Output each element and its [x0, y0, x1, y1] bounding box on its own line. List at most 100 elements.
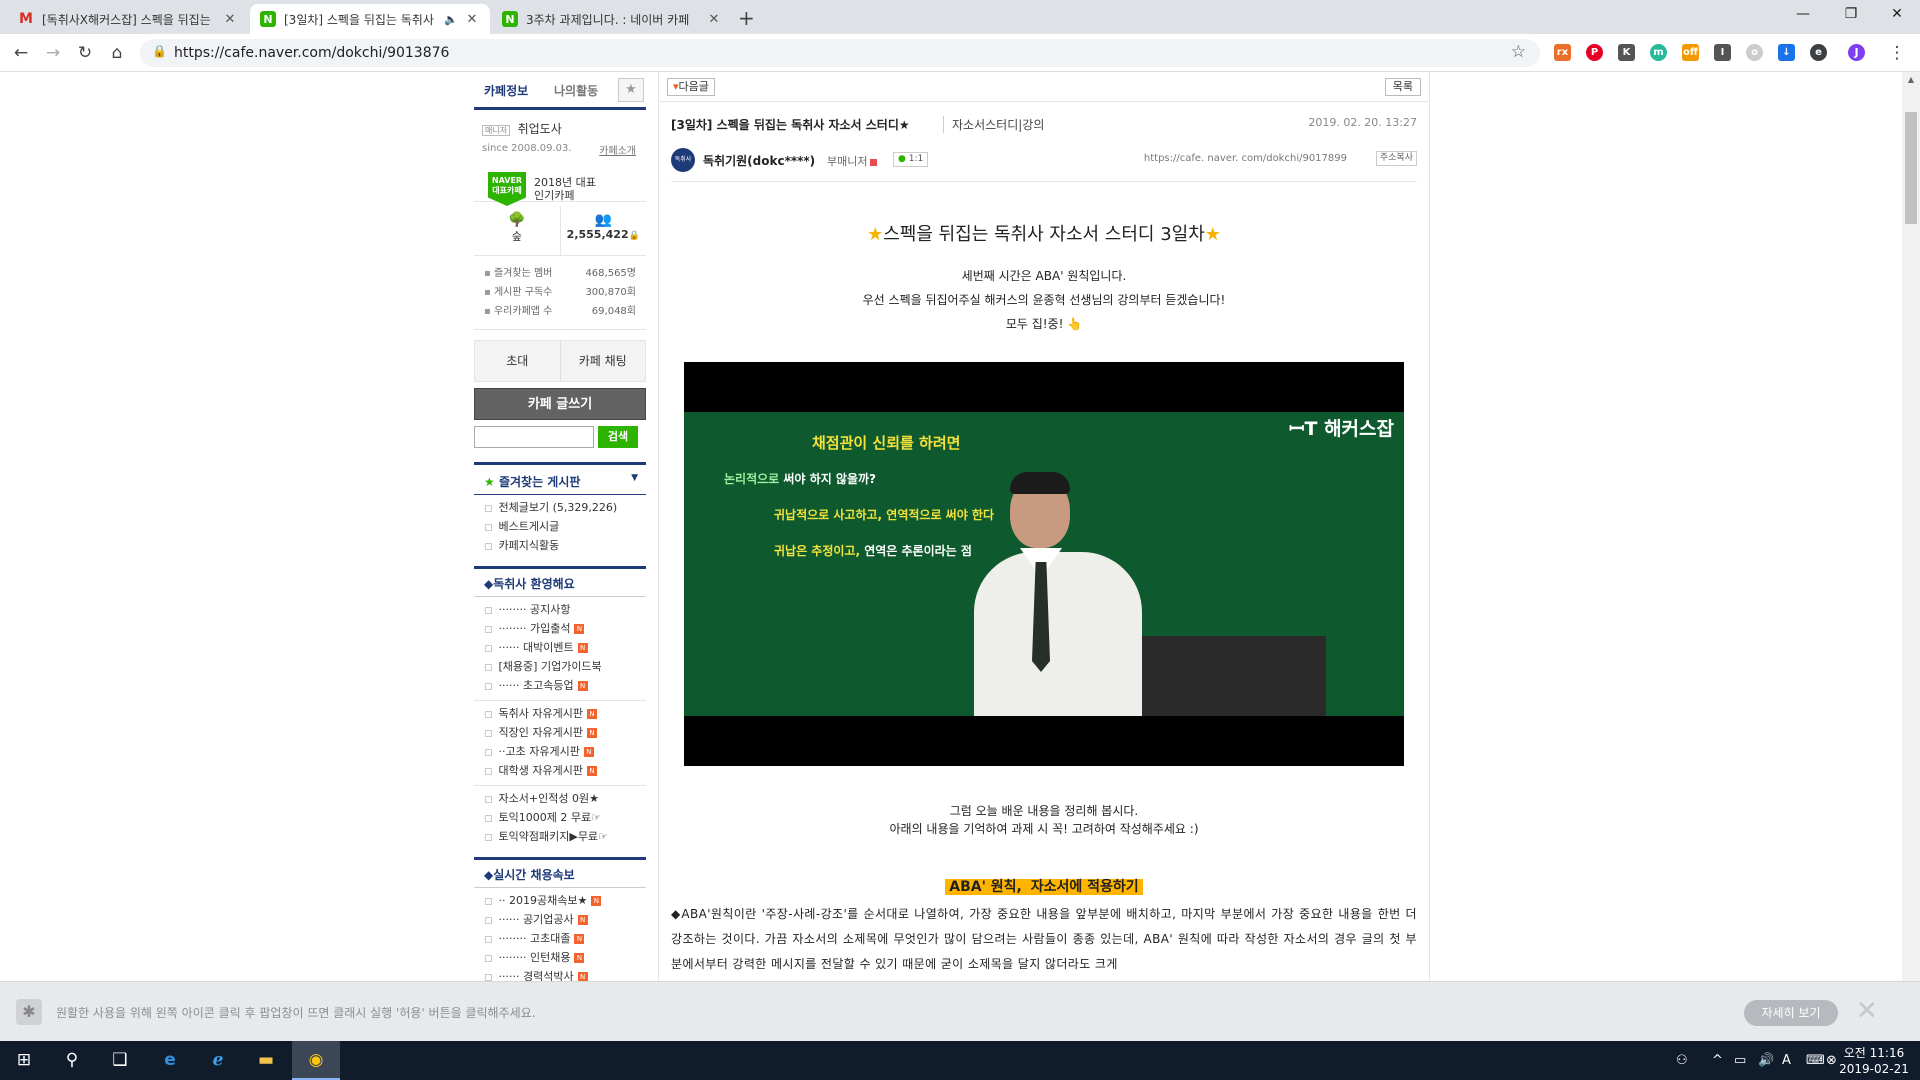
- edge-icon[interactable]: e: [146, 1041, 194, 1080]
- extension-rx-icon[interactable]: rx: [1554, 44, 1571, 61]
- volume-icon[interactable]: 🔊: [1758, 1041, 1774, 1080]
- board-link[interactable]: ▢ 베스트게시글: [484, 518, 636, 537]
- minimize-icon[interactable]: —: [1780, 0, 1826, 30]
- close-tab-icon[interactable]: ✕: [706, 12, 722, 27]
- extension-m-icon[interactable]: m: [1650, 44, 1667, 61]
- notification-clear-icon[interactable]: ⊗: [1826, 1041, 1837, 1080]
- lecture-video-player[interactable]: ꟷT 해커스잡 채점관이 신뢰를 하려면 논리적으로 써야 하지 않을까? 귀납…: [684, 362, 1404, 766]
- board-link[interactable]: ▢ ········ 인턴채용 N: [484, 949, 636, 968]
- ie-icon[interactable]: ℯ: [194, 1041, 242, 1080]
- scroll-thumb[interactable]: [1905, 112, 1917, 224]
- next-post-button[interactable]: ▾다음글: [667, 78, 715, 96]
- details-button[interactable]: 자세히 보기: [1744, 1000, 1838, 1026]
- new-tab-button[interactable]: +: [738, 6, 755, 30]
- cafe-chat-button[interactable]: 카페 채팅: [559, 341, 646, 381]
- close-icon[interactable]: ✕: [1856, 996, 1878, 1026]
- lock-icon[interactable]: 🔒: [152, 44, 167, 58]
- board-label: 대학생 자유게시판: [498, 764, 583, 777]
- tab-active-article[interactable]: N [3일차] 스펙을 뒤집는 독취사 🔈 ✕: [250, 4, 490, 34]
- board-link[interactable]: ▢ 카페지식활동: [484, 537, 636, 556]
- network-icon[interactable]: ▭: [1734, 1041, 1746, 1080]
- bookmark-star-icon[interactable]: ☆: [1511, 42, 1526, 62]
- maximize-icon[interactable]: ❐: [1828, 0, 1874, 30]
- puzzle-icon[interactable]: ✱: [16, 999, 42, 1025]
- board-label: ········ 가입출석: [498, 622, 571, 635]
- tab-gmail[interactable]: M [독취사X해커스잡] 스펙을 뒤집는 ✕: [8, 4, 248, 34]
- member-count[interactable]: 👥 2,555,422🔒: [559, 206, 647, 255]
- address-bar[interactable]: 🔒 https://cafe.naver.com/dokchi/9013876 …: [140, 39, 1540, 67]
- board-link[interactable]: ▢ ······ 공기업공사 N: [484, 911, 636, 930]
- speaker-icon[interactable]: 🔈: [444, 13, 458, 26]
- back-icon[interactable]: ←: [10, 42, 32, 64]
- system-clock[interactable]: 오전 11:16 2019-02-21: [1838, 1045, 1910, 1077]
- cafe-intro-link[interactable]: 카페소개: [599, 142, 636, 157]
- article-permalink[interactable]: https://cafe. naver. com/dokchi/9017899: [1144, 153, 1347, 164]
- pinterest-icon[interactable]: P: [1586, 44, 1603, 61]
- board-link[interactable]: ▢ 토익1000제 2 무료☞: [484, 809, 636, 828]
- role-badge-icon: [870, 158, 878, 166]
- search-icon[interactable]: ⚲: [48, 1041, 96, 1080]
- tab-cafe-info[interactable]: 카페정보: [484, 82, 529, 109]
- tray-chevron-icon[interactable]: ^: [1712, 1041, 1723, 1080]
- menu-dots-icon[interactable]: ⋮: [1886, 42, 1908, 64]
- chrome-icon[interactable]: ◉: [292, 1041, 340, 1080]
- intro-text: 세번째 시간은 ABA' 원칙입니다. 우선 스펙을 뒤집어주실 해커스의 윤종…: [659, 264, 1429, 336]
- extension-off-icon[interactable]: off: [1682, 44, 1699, 61]
- favorite-star-icon[interactable]: ★: [618, 78, 644, 102]
- board-link[interactable]: ▢ 독취사 자유게시판 N: [484, 705, 636, 724]
- tab-assignment[interactable]: N 3주차 과제입니다. : 네이버 카페 ✕: [492, 4, 732, 34]
- board-label: ·· 2019공채속보★: [498, 894, 588, 907]
- copy-url-button[interactable]: 주소복사: [1375, 151, 1417, 166]
- extension-k-icon[interactable]: K: [1618, 44, 1635, 61]
- chat-1on1-button[interactable]: ● 1:1: [893, 152, 929, 167]
- close-window-icon[interactable]: ✕: [1874, 0, 1920, 30]
- extension-e-icon[interactable]: e: [1810, 44, 1827, 61]
- search-button[interactable]: 검색: [598, 426, 638, 448]
- board-link[interactable]: ▢ 전체글보기 (5,329,226): [484, 499, 636, 518]
- board-link[interactable]: ▢ ········ 고초대졸 N: [484, 930, 636, 949]
- board-link[interactable]: ▢ ······ 초고속등업 N: [484, 677, 636, 696]
- windows-start-icon[interactable]: ⊞: [0, 1041, 48, 1080]
- board-link[interactable]: ▢ 대학생 자유게시판 N: [484, 762, 636, 781]
- board-link[interactable]: ▢ [채용중] 기업가이드북: [484, 658, 636, 677]
- favorite-boards-header[interactable]: ★ 즐겨찾는 게시판 ▼: [474, 462, 646, 495]
- cafe-search-input[interactable]: [474, 426, 594, 448]
- reload-icon[interactable]: ↻: [74, 42, 96, 64]
- board-link[interactable]: ▢ ·· 2019공채속보★ N: [484, 892, 636, 911]
- write-post-button[interactable]: 카페 글쓰기: [474, 388, 646, 420]
- tab-my-activity[interactable]: 나의활동: [554, 82, 598, 99]
- board-link[interactable]: ▢ ······ 경력석박사 N: [484, 968, 636, 981]
- avatar[interactable]: 독취사: [671, 148, 695, 172]
- list-button[interactable]: 목록: [1384, 78, 1421, 96]
- ime-indicator[interactable]: A: [1782, 1041, 1791, 1080]
- article-category[interactable]: 자소서스터디|강의: [943, 116, 1044, 133]
- invite-button[interactable]: 초대: [475, 341, 560, 381]
- board-link[interactable]: ▢ ··고초 자유게시판 N: [484, 743, 636, 762]
- page-scrollbar[interactable]: ▲: [1902, 72, 1920, 981]
- board-link[interactable]: ▢ ········ 공지사항: [484, 601, 636, 620]
- home-icon[interactable]: ⌂: [106, 42, 128, 64]
- extension-info-icon[interactable]: I: [1714, 44, 1731, 61]
- cafe-level[interactable]: 🌳 숲: [474, 206, 560, 255]
- scroll-up-icon[interactable]: ▲: [1902, 72, 1920, 88]
- download-icon[interactable]: ↓: [1778, 44, 1795, 61]
- url-text[interactable]: https://cafe.naver.com/dokchi/9013876: [174, 45, 449, 61]
- board-link[interactable]: ▢ 토익약점패키지▶무료☞: [484, 828, 636, 847]
- profile-avatar[interactable]: J: [1848, 44, 1865, 61]
- clock-time: 오전 11:16: [1843, 1046, 1905, 1060]
- cafe-manager[interactable]: 취업도사: [518, 122, 562, 136]
- author-name[interactable]: 독취기원(dokc****): [703, 152, 815, 169]
- forward-icon[interactable]: →: [42, 42, 64, 64]
- board-link[interactable]: ▢ ········ 가입출석 N: [484, 620, 636, 639]
- chevron-down-icon[interactable]: ▼: [631, 473, 638, 483]
- task-view-icon[interactable]: ❑: [96, 1041, 144, 1080]
- close-tab-icon[interactable]: ✕: [464, 12, 480, 27]
- extension-circle-icon[interactable]: o: [1746, 44, 1763, 61]
- close-tab-icon[interactable]: ✕: [222, 12, 238, 27]
- file-explorer-icon[interactable]: ▬: [242, 1041, 290, 1080]
- people-icon[interactable]: ⚇: [1676, 1041, 1688, 1080]
- board-link[interactable]: ▢ 직장인 자유게시판 N: [484, 724, 636, 743]
- board-link[interactable]: ▢ ······ 대박이벤트 N: [484, 639, 636, 658]
- keyboard-icon[interactable]: ⌨: [1806, 1041, 1825, 1080]
- board-link[interactable]: ▢ 자소서+인적성 0원★: [484, 790, 636, 809]
